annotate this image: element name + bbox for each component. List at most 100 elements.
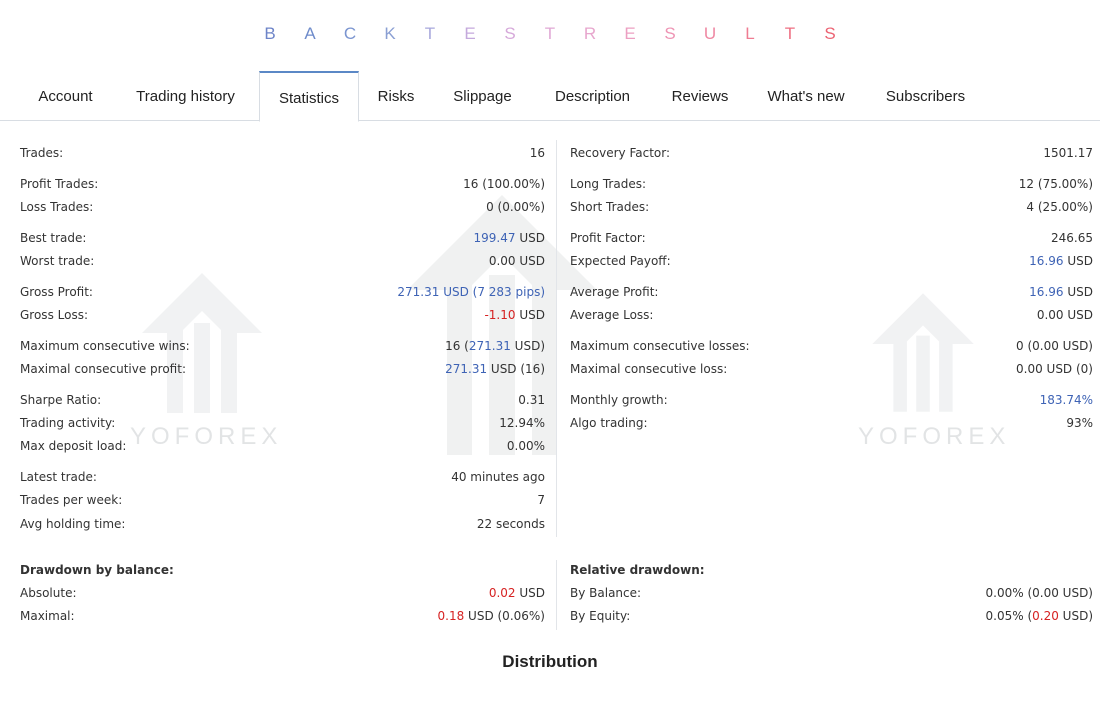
title-letter: U xyxy=(703,24,717,43)
stat-row-algo-trading: Algo trading: 93% xyxy=(570,413,1093,433)
stat-label: Profit Trades: xyxy=(20,177,99,191)
stat-row-trades-per-week: Trades per week: 7 xyxy=(20,490,545,510)
stat-label: Gross Loss: xyxy=(20,308,88,322)
stat-value: 4 (25.00%) xyxy=(1026,197,1093,217)
stat-value: 0.02 USD xyxy=(489,583,545,603)
stat-value-part: 183.74% xyxy=(1039,393,1093,407)
stat-label: Max deposit load: xyxy=(20,439,127,453)
stat-value-part: 7 xyxy=(537,493,545,507)
column-divider-top xyxy=(556,140,557,537)
stat-label: Sharpe Ratio: xyxy=(20,393,102,407)
stat-row-trading-activity: Trading activity: 12.94% xyxy=(20,413,545,433)
stat-label: Maximal consecutive profit: xyxy=(20,362,186,376)
stat-label: Algo trading: xyxy=(570,416,648,430)
tab-trading-history[interactable]: Trading history xyxy=(120,71,251,120)
stat-value-part: USD xyxy=(1063,285,1093,299)
stat-row-maximal-consecutive-profit: Maximal consecutive profit: 271.31 USD (1… xyxy=(20,359,545,379)
stat-label: Long Trades: xyxy=(570,177,647,191)
stat-label: Recovery Factor: xyxy=(570,146,671,160)
title-letter: K xyxy=(384,24,396,43)
stat-label: Average Profit: xyxy=(570,285,659,299)
section-heading-relative-drawdown: Relative drawdown: xyxy=(570,563,705,577)
tab-account[interactable]: Account xyxy=(19,71,112,120)
stat-value: 40 minutes ago xyxy=(451,467,545,487)
stat-value: 0 (0.00 USD) xyxy=(1016,336,1093,356)
stat-value: 0.00 USD (0) xyxy=(1016,359,1093,379)
stat-row-average-loss: Average Loss: 0.00 USD xyxy=(570,305,1093,325)
stat-row-worst-trade: Worst trade: 0.00 USD xyxy=(20,251,545,271)
stat-value-part: -1.10 xyxy=(484,308,516,322)
stat-value: 246.65 xyxy=(1051,228,1093,248)
tab-what-s-new[interactable]: What's new xyxy=(750,71,862,120)
stat-value-part: 16.96 xyxy=(1029,285,1064,299)
stat-value: 16.96 USD xyxy=(1029,251,1093,271)
stat-label: Trades per week: xyxy=(20,493,123,507)
tab-statistics[interactable]: Statistics xyxy=(259,71,359,122)
title-letter: R xyxy=(583,24,597,43)
stat-value: 12.94% xyxy=(499,413,545,433)
stat-value: -1.10 USD xyxy=(484,305,545,325)
stat-value-part: 0.00% (0.00 USD) xyxy=(985,586,1093,600)
tab-reviews[interactable]: Reviews xyxy=(657,71,743,120)
title-letter: C xyxy=(343,24,357,43)
stat-row-by-balance: By Balance: 0.00% (0.00 USD) xyxy=(570,583,1093,603)
stat-value-part: USD xyxy=(515,231,545,245)
stat-value-part: 0.00 USD (0) xyxy=(1016,362,1093,376)
stat-value: 0 (0.00%) xyxy=(486,197,545,217)
stat-row-long-trades: Long Trades: 12 (75.00%) xyxy=(570,174,1093,194)
stat-row-expected-payoff: Expected Payoff: 16.96 USD xyxy=(570,251,1093,271)
stat-row-gross-loss: Gross Loss: -1.10 USD xyxy=(20,305,545,325)
stat-row-best-trade: Best trade: 199.47 USD xyxy=(20,228,545,248)
stat-value: 271.31 USD (7 283 pips) xyxy=(397,282,545,302)
stat-label: Absolute: xyxy=(20,586,77,600)
stat-label: Maximum consecutive losses: xyxy=(570,339,750,353)
stat-label: Loss Trades: xyxy=(20,200,94,214)
stat-row-maximum-consecutive-losses: Maximum consecutive losses: 0 (0.00 USD) xyxy=(570,336,1093,356)
tab-slippage[interactable]: Slippage xyxy=(437,71,528,120)
stat-label: Trades: xyxy=(20,146,64,160)
stat-row-maximal-consecutive-loss: Maximal consecutive loss: 0.00 USD (0) xyxy=(570,359,1093,379)
stat-value: 12 (75.00%) xyxy=(1019,174,1093,194)
stat-label: Avg holding time: xyxy=(20,517,126,531)
stat-label: Gross Profit: xyxy=(20,285,93,299)
title-letter: L xyxy=(745,24,755,43)
stat-row-maximum-consecutive-wins: Maximum consecutive wins: 16 (271.31 USD) xyxy=(20,336,545,356)
stat-value: 16 (271.31 USD) xyxy=(445,336,545,356)
stat-row-short-trades: Short Trades: 4 (25.00%) xyxy=(570,197,1093,217)
stat-row-profit-trades: Profit Trades: 16 (100.00%) xyxy=(20,174,545,194)
stat-row-recovery-factor: Recovery Factor: 1501.17 xyxy=(570,143,1093,163)
tab-description[interactable]: Description xyxy=(537,71,648,120)
distribution-heading: Distribution xyxy=(502,652,598,671)
stat-value-part: 22 seconds xyxy=(476,517,545,531)
stat-row-gross-profit: Gross Profit: 271.31 USD (7 283 pips) xyxy=(20,282,545,302)
stat-row-average-profit: Average Profit: 16.96 USD xyxy=(570,282,1093,302)
stat-value: 1501.17 xyxy=(1043,143,1093,163)
stat-label: Short Trades: xyxy=(570,200,650,214)
stat-row-loss-trades: Loss Trades: 0 (0.00%) xyxy=(20,197,545,217)
stat-value: 0.00% xyxy=(507,436,545,456)
tab-risks[interactable]: Risks xyxy=(365,71,427,120)
stat-row-avg-holding-time: Avg holding time: 22 seconds xyxy=(20,514,545,534)
stat-label: Latest trade: xyxy=(20,470,97,484)
stat-value-part: 0.20 xyxy=(1032,609,1059,623)
stat-label: Monthly growth: xyxy=(570,393,668,407)
stat-value-part: USD (16) xyxy=(487,362,545,376)
stat-value-part: USD) xyxy=(510,339,545,353)
stat-row-trades: Trades: 16 xyxy=(20,143,545,163)
title-letter: B xyxy=(264,24,276,43)
stat-value-part: 16 xyxy=(529,146,545,160)
stat-value-part: USD xyxy=(515,308,545,322)
stat-value: 16 (100.00%) xyxy=(463,174,545,194)
stat-value-part: 0.02 xyxy=(488,586,516,600)
stat-value: 22 seconds xyxy=(477,514,545,534)
tab-subscribers[interactable]: Subscribers xyxy=(870,71,981,120)
stat-value: 16 xyxy=(530,143,545,163)
stat-value-part: 0.18 xyxy=(437,609,465,623)
stat-value-part: 0.05% ( xyxy=(985,609,1033,623)
stat-value-part: 271.31 xyxy=(445,362,488,376)
stat-value-part: USD (0.06%) xyxy=(464,609,545,623)
stat-label: Worst trade: xyxy=(20,254,95,268)
stat-value-part: 16 ( xyxy=(445,339,469,353)
stat-row-latest-trade: Latest trade: 40 minutes ago xyxy=(20,467,545,487)
stat-label: Maximal: xyxy=(20,609,75,623)
